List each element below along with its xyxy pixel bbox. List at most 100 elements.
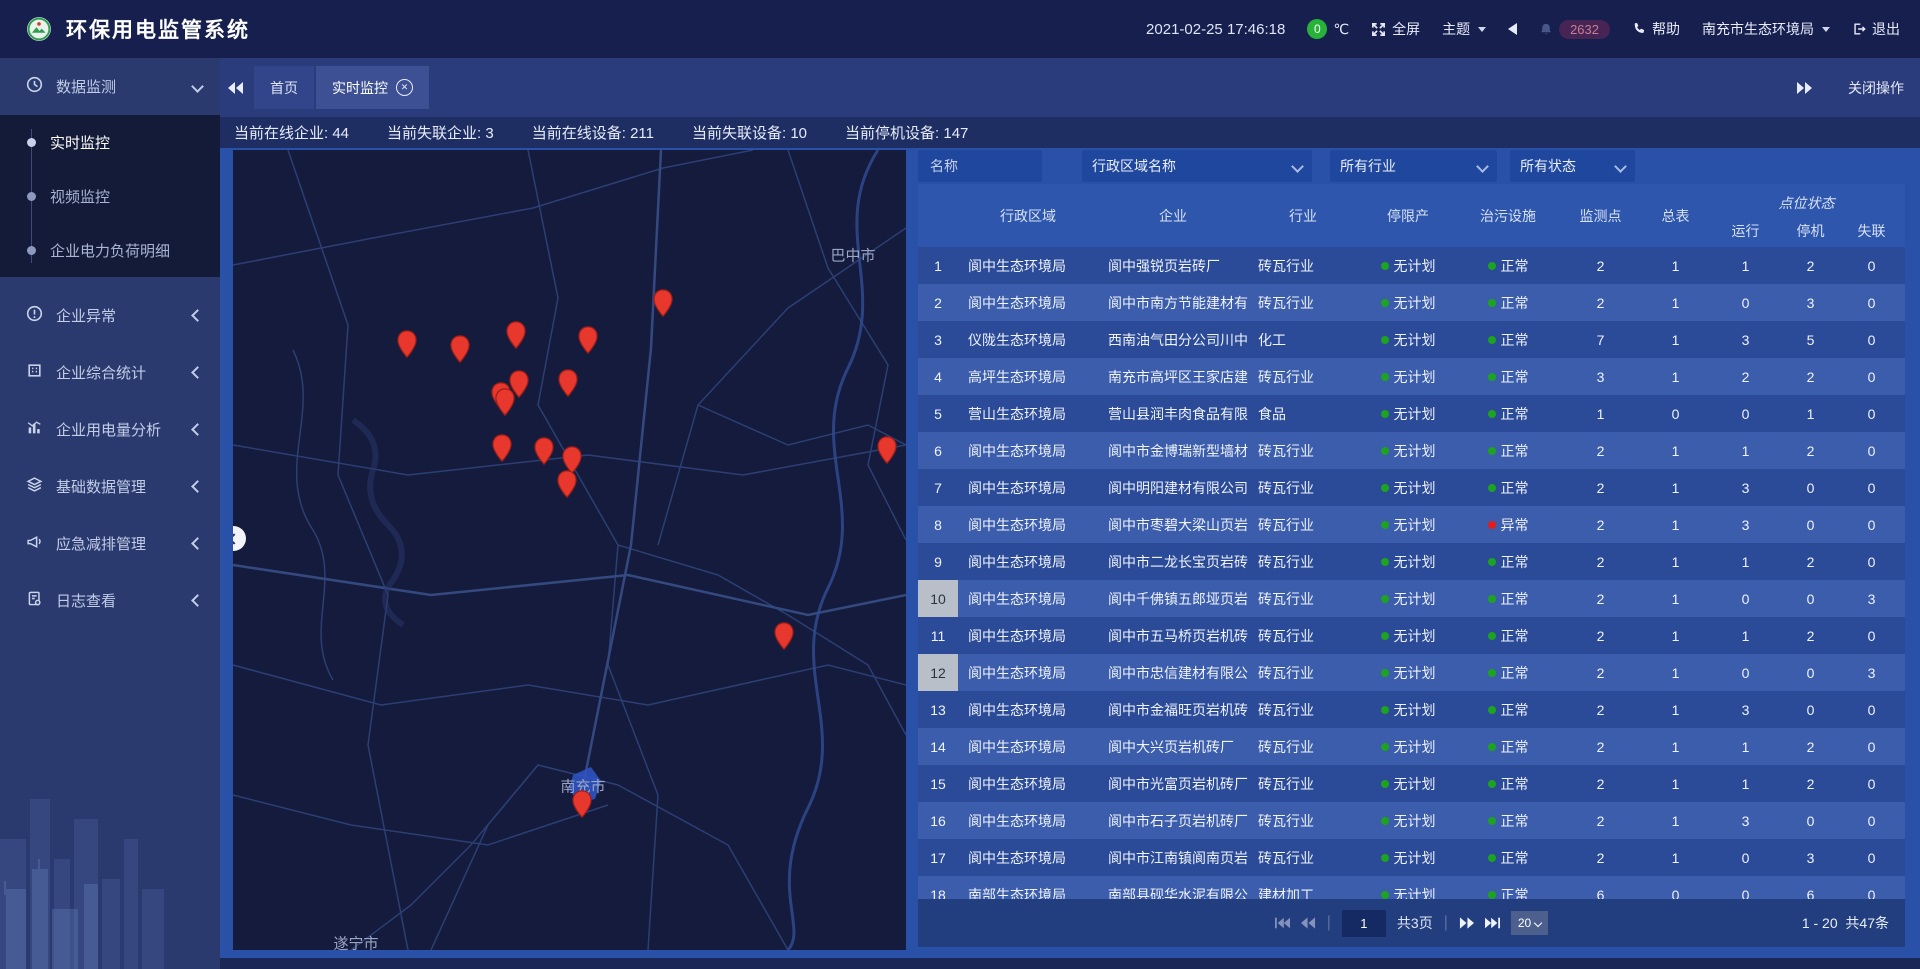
sidebar-item-企业电力负荷明细[interactable]: 企业电力负荷明细: [0, 223, 220, 277]
sidebar-group-label: 基础数据管理: [56, 476, 146, 497]
table-row[interactable]: 4高坪生态环境局南充市高坪区王家店建砖瓦行业无计划正常31220: [918, 358, 1905, 395]
tab-实时监控[interactable]: 实时监控✕: [316, 66, 429, 109]
cell-company: 南充市高坪区王家店建: [1098, 367, 1248, 387]
cell-monitor-count: 2: [1558, 776, 1643, 792]
pagination-bar: | 共3页 | 20 1 - 20 共47条: [918, 899, 1905, 947]
map-pin-5[interactable]: [653, 289, 673, 317]
map-pin-3[interactable]: [506, 321, 526, 349]
map-pin-13[interactable]: [557, 470, 577, 498]
stat-label: 当前失联设备:: [692, 125, 790, 142]
sidebar-group-7[interactable]: 日志查看: [0, 572, 220, 629]
region-filter-select[interactable]: 行政区域名称: [1082, 150, 1312, 182]
sidebar-group-2[interactable]: 企业异常: [0, 287, 220, 344]
cell-region: 阆中生态环境局: [958, 626, 1098, 646]
cell-running-count: 3: [1708, 517, 1783, 533]
sidebar-group-3[interactable]: 企业综合统计: [0, 344, 220, 401]
region-filter-value: 行政区域名称: [1092, 156, 1176, 176]
org-dropdown[interactable]: 南充市生态环境局: [1702, 19, 1830, 39]
row-number: 2: [918, 284, 958, 321]
sidebar-item-label: 实时监控: [50, 132, 110, 153]
table-row[interactable]: 3仪陇生态环境局西南油气田分公司川中化工无计划正常71350: [918, 321, 1905, 358]
table-row[interactable]: 18南部生态环境局南部县砚华水泥有限公建材加工无计划正常60060: [918, 876, 1905, 899]
status-text: 正常: [1501, 774, 1529, 794]
map-pin-11[interactable]: [534, 437, 554, 465]
row-number: 17: [918, 839, 958, 876]
table-row[interactable]: 12阆中生态环境局阆中市忠信建材有限公砖瓦行业无计划正常21003: [918, 654, 1905, 691]
name-filter[interactable]: [918, 150, 1042, 182]
green-dot-icon: [1488, 743, 1496, 751]
column-header-监测点[interactable]: 监测点: [1558, 184, 1643, 247]
filter-row: 行政区域名称 所有行业 所有状态: [918, 150, 1905, 182]
table-row[interactable]: 2阆中生态环境局阆中市南方节能建材有砖瓦行业无计划正常21030: [918, 284, 1905, 321]
table-row[interactable]: 13阆中生态环境局阆中市金福旺页岩机砖砖瓦行业无计划正常21300: [918, 691, 1905, 728]
sidebar-group-1[interactable]: 数据监测: [0, 58, 220, 115]
map-panel[interactable]: 巴中市南充市遂宁市: [233, 150, 906, 950]
status-text: 无计划: [1394, 256, 1436, 276]
help-button[interactable]: 帮助: [1632, 19, 1680, 39]
table-row[interactable]: 7阆中生态环境局阆中明阳建材有限公司砖瓦行业无计划正常21300: [918, 469, 1905, 506]
sidebar-group-4[interactable]: 企业用电量分析: [0, 401, 220, 458]
cell-total-meter: 1: [1643, 295, 1708, 311]
cell-limit-status: 无计划: [1358, 404, 1458, 424]
table-row[interactable]: 5营山生态环境局营山县润丰肉食品有限食品无计划正常10010: [918, 395, 1905, 432]
cell-monitor-count: 2: [1558, 443, 1643, 459]
map-pin-15[interactable]: [774, 622, 794, 650]
sub-column-header-运行[interactable]: 运行: [1708, 215, 1783, 247]
column-header-总表[interactable]: 总表: [1643, 184, 1708, 247]
map-pin-2[interactable]: [450, 335, 470, 363]
column-header-index[interactable]: [918, 184, 958, 247]
sidebar-group-5[interactable]: 基础数据管理: [0, 458, 220, 515]
status-text: 正常: [1501, 626, 1529, 646]
table-row[interactable]: 17阆中生态环境局阆中市江南镇阆南页岩砖瓦行业无计划正常21030: [918, 839, 1905, 876]
column-header-行业[interactable]: 行业: [1248, 184, 1358, 247]
column-header-企业[interactable]: 企业: [1098, 184, 1248, 247]
tabs-scroll-left-icon[interactable]: [228, 82, 244, 94]
sound-toggle-icon[interactable]: [1508, 23, 1517, 35]
page-number-input[interactable]: [1342, 910, 1386, 937]
first-page-button[interactable]: [1275, 917, 1290, 929]
last-page-button[interactable]: [1485, 917, 1500, 929]
cell-industry: 砖瓦行业: [1248, 848, 1358, 868]
status-filter-select[interactable]: 所有状态: [1510, 150, 1635, 182]
column-header-治污设施[interactable]: 治污设施: [1458, 184, 1558, 247]
sub-column-header-停机[interactable]: 停机: [1783, 215, 1838, 247]
theme-dropdown[interactable]: 主题: [1442, 19, 1486, 39]
industry-filter-select[interactable]: 所有行业: [1330, 150, 1497, 182]
map-pin-8[interactable]: [558, 369, 578, 397]
map-pin-14[interactable]: [877, 436, 897, 464]
logout-button[interactable]: 退出: [1852, 19, 1900, 39]
name-filter-input[interactable]: [928, 157, 1032, 175]
tab-close-icon[interactable]: ✕: [396, 79, 413, 96]
column-header-行政区域[interactable]: 行政区域: [958, 184, 1098, 247]
table-row[interactable]: 16阆中生态环境局阆中市石子页岩机砖厂砖瓦行业无计划正常21300: [918, 802, 1905, 839]
table-row[interactable]: 1阆中生态环境局阆中强锐页岩砖厂砖瓦行业无计划正常21120: [918, 247, 1905, 284]
tabs-scroll-right-icon[interactable]: [1796, 82, 1812, 94]
column-header-停限产[interactable]: 停限产: [1358, 184, 1458, 247]
map-pin-9[interactable]: [495, 388, 515, 416]
table-row[interactable]: 15阆中生态环境局阆中市光富页岩机砖厂砖瓦行业无计划正常21120: [918, 765, 1905, 802]
table-row[interactable]: 11阆中生态环境局阆中市五马桥页岩机砖砖瓦行业无计划正常21120: [918, 617, 1905, 654]
prev-page-button[interactable]: [1301, 917, 1316, 929]
sidebar-group-6[interactable]: 应急减排管理: [0, 515, 220, 572]
table-row[interactable]: 6阆中生态环境局阆中市金博瑞新型墙材砖瓦行业无计划正常21120: [918, 432, 1905, 469]
map-pin-10[interactable]: [492, 434, 512, 462]
fullscreen-button[interactable]: 全屏: [1371, 19, 1420, 39]
table-row[interactable]: 14阆中生态环境局阆中大兴页岩机砖厂砖瓦行业无计划正常21120: [918, 728, 1905, 765]
notifications[interactable]: 2632: [1539, 20, 1610, 39]
sidebar-item-视频监控[interactable]: 视频监控: [0, 169, 220, 223]
next-page-button[interactable]: [1459, 917, 1474, 929]
green-dot-icon: [1488, 891, 1496, 899]
map-pin-1[interactable]: [397, 330, 417, 358]
map-pin-4[interactable]: [578, 326, 598, 354]
table-row[interactable]: 8阆中生态环境局阆中市枣碧大梁山页岩砖瓦行业无计划异常21300: [918, 506, 1905, 543]
map-pin-16[interactable]: [572, 790, 592, 818]
table-row[interactable]: 9阆中生态环境局阆中市二龙长宝页岩砖砖瓦行业无计划正常21120: [918, 543, 1905, 580]
sidebar-item-实时监控[interactable]: 实时监控: [0, 115, 220, 169]
table-row[interactable]: 10阆中生态环境局阆中千佛镇五郎垭页岩砖瓦行业无计划正常21003: [918, 580, 1905, 617]
close-operations-button[interactable]: 关闭操作: [1848, 78, 1904, 98]
page-size-select[interactable]: 20: [1511, 911, 1548, 935]
temperature: 0 ℃: [1307, 19, 1349, 39]
tab-首页[interactable]: 首页: [254, 66, 314, 109]
cell-offline-count: 0: [1838, 702, 1905, 718]
sub-column-header-失联[interactable]: 失联: [1838, 215, 1905, 247]
